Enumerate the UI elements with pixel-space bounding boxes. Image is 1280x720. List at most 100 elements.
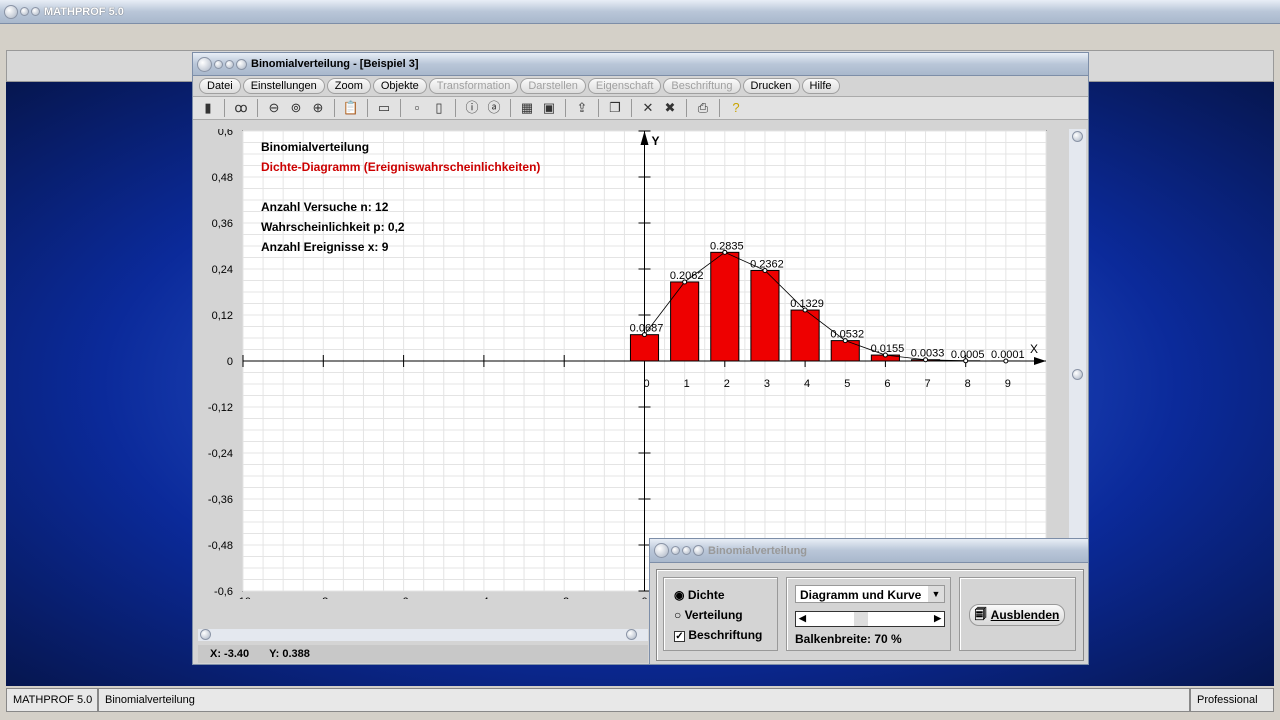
x-tick-label: -4: [479, 596, 489, 599]
zoom-out-icon[interactable]: ⊖: [265, 99, 283, 117]
info-text: Anzahl Versuche n: 12: [261, 200, 389, 214]
circle-i-icon[interactable]: ⓘ: [463, 99, 481, 117]
bar: [629, 334, 660, 362]
x-tick-label: -6: [399, 596, 409, 599]
y-tick-label: -0,24: [208, 448, 233, 460]
curve-point: [762, 267, 768, 273]
y-tick-label: 0,24: [212, 264, 233, 276]
help-icon[interactable]: ?: [727, 99, 745, 117]
x-category-label: 0: [643, 378, 649, 390]
curve-point: [642, 332, 647, 338]
y-coord: Y: 0.388: [269, 648, 310, 660]
x-tick-label: -2: [559, 596, 569, 599]
copy-icon[interactable]: ❐: [606, 99, 624, 117]
bar: [750, 269, 780, 362]
hide-icon: 🗐: [974, 606, 987, 621]
glasses-icon[interactable]: ꝏ: [232, 99, 250, 117]
circle-at-icon[interactable]: ⓐ: [485, 99, 503, 117]
y-tick-label: -0,12: [208, 402, 233, 414]
x-tick-label: -10: [235, 596, 251, 599]
bar: [670, 281, 700, 362]
app-titlebar: MATHPROF 5.0: [0, 0, 1280, 24]
cross-icon[interactable]: ✕: [639, 99, 657, 117]
display-select[interactable]: Diagramm und Kurve ▼: [795, 585, 945, 603]
bar: [830, 340, 860, 362]
radio-dichte[interactable]: ◉ Dichte: [674, 588, 725, 602]
image-icon[interactable]: ▣: [540, 99, 558, 117]
y-tick-label: 0,6: [218, 129, 233, 138]
x-coord: X: -3.40: [210, 648, 250, 660]
zoom-in-icon[interactable]: ⊕: [309, 99, 327, 117]
checkbox-beschriftung[interactable]: ✓ Beschriftung: [674, 628, 762, 642]
info-text: Dichte-Diagramm (Ereigniswahrscheinlichk…: [261, 160, 540, 174]
curve-point: [923, 357, 929, 363]
window-button[interactable]: [214, 59, 223, 69]
radio-verteilung[interactable]: ○ Verteilung: [674, 608, 743, 622]
bar-width-slider[interactable]: ◀ ▶: [795, 611, 945, 627]
table-icon[interactable]: ▦: [518, 99, 536, 117]
slider-label: Balkenbreite: 70 %: [795, 632, 902, 646]
curve-point: [682, 279, 688, 285]
window-button[interactable]: [225, 59, 234, 69]
y-tick-label: 0,48: [212, 172, 233, 184]
info-text: Anzahl Ereignisse x: 9: [261, 240, 389, 254]
bar-label: 0.0001: [991, 349, 1025, 361]
horizontal-scrollbar[interactable]: [198, 629, 648, 641]
y-tick-label: 0,12: [212, 310, 233, 322]
bar-label: 0.0005: [951, 349, 985, 361]
hide-button[interactable]: 🗐 Ausblenden: [969, 604, 1065, 626]
bar-label: 0.0687: [630, 323, 664, 335]
chevron-down-icon: ▼: [928, 586, 944, 602]
status-module: Binomialverteilung: [98, 688, 1190, 712]
bar-label: 0.2835: [710, 240, 744, 252]
x-category-label: 1: [684, 378, 690, 390]
y-tick-label: 0: [227, 356, 233, 368]
menu-beschriftung[interactable]: Beschriftung: [663, 78, 741, 94]
bar-label: 0.0532: [830, 329, 864, 341]
y-axis-label: Y: [652, 134, 660, 148]
x-category-label: 7: [924, 378, 930, 390]
x-category-label: 9: [1005, 378, 1011, 390]
zoom-reset-icon[interactable]: ⊚: [287, 99, 305, 117]
switch-icon[interactable]: ▮: [199, 99, 217, 117]
info-text: Binomialverteilung: [261, 140, 369, 154]
window-titlebar: Binomialverteilung - [Beispiel 3]: [193, 53, 1088, 76]
window-title: Binomialverteilung - [Beispiel 3]: [251, 58, 419, 70]
y-tick-label: -0,6: [214, 586, 233, 598]
bar: [710, 251, 740, 362]
x-tick-label: 0: [641, 596, 647, 599]
window-button[interactable]: [197, 56, 212, 72]
menu-darstellen[interactable]: Darstellen: [520, 78, 586, 94]
x-category-label: 6: [884, 378, 890, 390]
bar-label: 0.0033: [911, 348, 945, 360]
menu-datei[interactable]: Datei: [199, 78, 241, 94]
window-icon[interactable]: ▭: [375, 99, 393, 117]
x-tick-label: -8: [318, 596, 328, 599]
menu-bar: Datei Einstellungen Zoom Objekte Transformat…: [193, 76, 1088, 96]
curve-point: [963, 358, 969, 364]
clipboard-icon[interactable]: 📋: [342, 99, 360, 117]
menu-einstellungen[interactable]: Einstellungen: [242, 78, 325, 94]
app-title: MATHPROF 5.0: [44, 5, 124, 18]
curve-point: [842, 338, 848, 344]
cross-double-icon[interactable]: ✖: [661, 99, 679, 117]
curve-point: [802, 307, 808, 313]
plot-area[interactable]: X Y -10 -8 -6 -4 -2 0 0,6 0,48 0,36 0,24 0,12 0 -0,12 -…: [193, 129, 1069, 599]
menu-transformation[interactable]: Transformation: [428, 78, 519, 94]
menu-zoom[interactable]: Zoom: [326, 78, 371, 94]
y-tick-label: -0,36: [208, 494, 233, 506]
coordinate-readout: X: -3.40 Y: 0.388: [198, 645, 648, 663]
info-text: Wahrscheinlichkeit p: 0,2: [261, 220, 405, 234]
export-icon[interactable]: ⇪: [573, 99, 591, 117]
menu-hilfe[interactable]: Hilfe: [801, 78, 840, 94]
box-icon[interactable]: ▫: [408, 99, 426, 117]
menu-eigenschaft[interactable]: Eigenschaft: [587, 78, 662, 94]
frame-icon[interactable]: ▯: [430, 99, 448, 117]
vertical-scrollbar[interactable]: [1069, 129, 1086, 599]
x-category-label: 8: [965, 378, 971, 390]
printer-icon[interactable]: ⎙: [694, 99, 712, 117]
menu-objekte[interactable]: Objekte: [372, 78, 427, 94]
menu-drucken[interactable]: Drucken: [742, 78, 800, 94]
y-tick-label: -0,48: [208, 540, 233, 552]
x-category-label: 4: [804, 378, 810, 390]
